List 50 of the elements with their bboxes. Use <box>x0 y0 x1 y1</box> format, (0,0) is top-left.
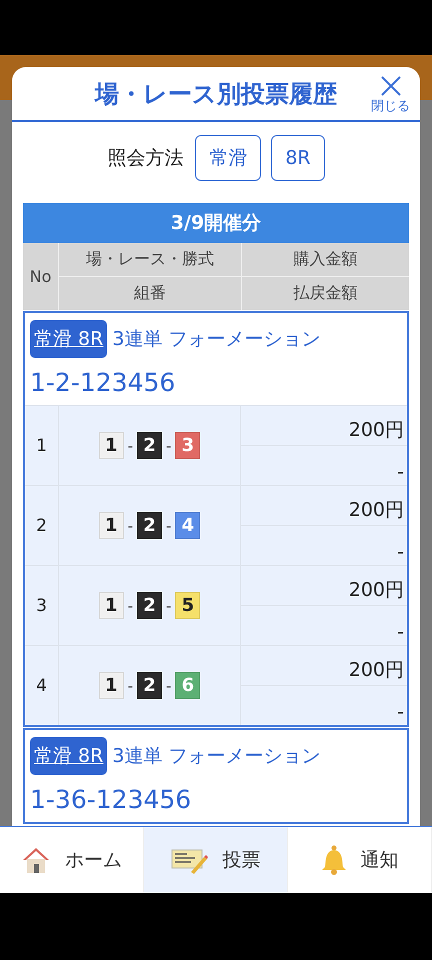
boat-number: 2 <box>137 512 162 539</box>
dash-separator: - <box>128 436 133 454</box>
section-header: 3/9開催分 <box>23 203 409 243</box>
filter-button[interactable]: 8R <box>271 135 325 181</box>
boat-number: 2 <box>137 592 162 619</box>
close-icon <box>380 75 402 97</box>
dash-separator: - <box>166 596 172 614</box>
filter-label: 照会方法 <box>107 146 184 171</box>
payout-amount: - <box>396 700 405 725</box>
boat-number: 2 <box>137 432 162 459</box>
dash-separator: - <box>166 516 172 534</box>
purchase-amount: 200円 <box>241 646 407 686</box>
combo-id: 1-2-123456 <box>29 367 176 399</box>
race-link[interactable]: 常滑 8R <box>30 737 108 775</box>
nav-tab[interactable]: 投票 <box>144 827 288 893</box>
header-cell: 購入金額 <box>242 243 409 276</box>
filter-button[interactable]: 常滑 <box>195 135 262 181</box>
header-cell: 組番 <box>59 277 241 310</box>
header-cell: 場・レース・勝式 <box>59 243 241 276</box>
payout-amount: - <box>396 460 405 485</box>
race-link[interactable]: 常滑 8R <box>30 320 108 358</box>
bet-type: 3連単 フォーメーション <box>112 744 320 769</box>
boat-number: 6 <box>175 672 200 699</box>
boat-number: 5 <box>175 592 200 619</box>
dash-separator: - <box>128 676 133 694</box>
boat-number: 1 <box>98 592 124 619</box>
bet-type: 3連単 フォーメーション <box>112 327 320 352</box>
purchase-amount: 200円 <box>241 406 407 446</box>
dialog-title: 場・レース別投票履歴 <box>95 78 337 110</box>
row-number: 4 <box>25 646 59 725</box>
boat-number: 1 <box>98 432 124 459</box>
payout-amount: - <box>396 540 405 565</box>
boat-number: 4 <box>175 512 200 539</box>
bell-icon <box>320 845 346 875</box>
boat-number: 1 <box>98 512 124 539</box>
boat-number: 3 <box>175 432 200 459</box>
dash-separator: - <box>128 596 133 614</box>
house-icon <box>21 846 51 874</box>
purchase-amount: 200円 <box>241 486 407 526</box>
payout-amount: - <box>396 620 405 645</box>
boat-number: 2 <box>137 672 162 699</box>
header-cell: No <box>23 243 58 310</box>
header-cell: 払戻金額 <box>242 277 409 310</box>
dash-separator: - <box>166 676 172 694</box>
dash-separator: - <box>166 436 172 454</box>
purchase-amount: 200円 <box>241 566 407 606</box>
dash-separator: - <box>128 516 133 534</box>
combo-id: 1-36-123456 <box>29 784 192 816</box>
close-button[interactable]: 閉じる <box>371 75 410 115</box>
boat-number: 1 <box>98 672 124 699</box>
